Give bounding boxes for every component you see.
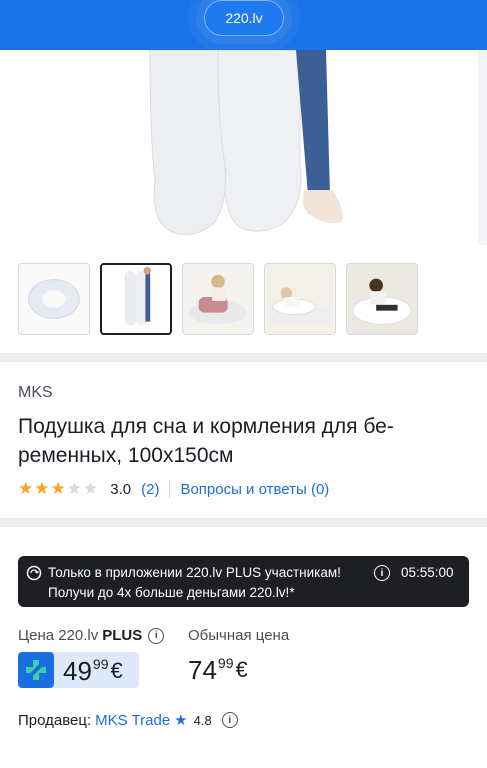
cashback-icon <box>26 565 42 581</box>
info-icon[interactable]: i <box>221 712 238 728</box>
questions-answers-link[interactable]: Вопросы и ответы (0) <box>180 481 329 498</box>
brand-name[interactable]: MKS <box>18 384 53 402</box>
star-icon: ★ <box>83 479 99 498</box>
product-info-card: MKS Подушка для сна и кормления для бе- … <box>0 362 487 518</box>
promo-text-line-2: Получи до 4x больше деньгами 220.lv!* <box>48 585 295 600</box>
plus-price-main: 49 <box>63 656 92 686</box>
app-header: 220.lv <box>0 0 487 50</box>
product-page: 220.lv MKS Подушка для сна и кормления д… <box>0 0 487 768</box>
plus-logo-icon <box>18 652 54 688</box>
star-icon: ★ <box>34 479 50 498</box>
rating-stars: ★ ★ ★ ★ ★ <box>18 480 98 498</box>
star-icon: ★ <box>174 712 188 729</box>
regular-price-cents: 99 <box>217 655 234 671</box>
thumbnail-strip <box>18 263 418 335</box>
plus-price-label: Цена 220.lv PLUS i <box>18 627 165 644</box>
regular-price-label: Обычная цена <box>188 627 290 644</box>
thumbnail-2[interactable] <box>100 263 172 335</box>
plus-price-label-text: Цена 220.lv <box>18 627 99 644</box>
reviews-count-link[interactable]: (2) <box>141 481 159 498</box>
star-icon: ★ <box>18 479 34 498</box>
plus-price-cents: 99 <box>92 656 109 672</box>
product-gallery <box>0 0 487 353</box>
product-main-image[interactable] <box>0 50 487 245</box>
promo-countdown-timer: 05:55:00 <box>401 565 454 580</box>
thumbnail-3[interactable] <box>182 263 254 335</box>
plus-price-box: 49 99 € <box>18 652 139 688</box>
plus-promo-banner[interactable]: Только в приложении 220.lv PLUS участник… <box>18 556 469 607</box>
star-icon: ★ <box>66 479 82 498</box>
info-icon[interactable]: i <box>374 565 390 581</box>
star-icon: ★ <box>50 479 66 498</box>
plus-price: 49 99 € <box>63 656 123 686</box>
thumbnail-5[interactable] <box>346 263 418 335</box>
site-logo[interactable]: 220.lv <box>204 0 284 36</box>
regular-price-currency: € <box>235 657 248 682</box>
divider <box>169 480 171 498</box>
product-title-line-1: Подушка для сна и кормления для бе- <box>18 415 394 438</box>
rating-row: ★ ★ ★ ★ ★ 3.0 (2) Вопросы и ответы (0) <box>18 480 329 498</box>
info-icon[interactable]: i <box>148 627 165 644</box>
product-title: Подушка для сна и кормления для бе- реме… <box>18 412 468 470</box>
product-title-line-2: ременных, 100x150см <box>18 444 234 467</box>
thumbnail-4[interactable] <box>264 263 336 335</box>
plus-price-label-bold: PLUS <box>102 627 143 644</box>
seller-label: Продавец: <box>18 711 92 729</box>
price-card: Только в приложении 220.lv PLUS участник… <box>0 527 487 768</box>
seller-rating: 4.8 <box>193 712 212 728</box>
regular-price: 74 99 € <box>188 655 248 685</box>
seller-name-link[interactable]: MKS Trade <box>95 712 170 729</box>
promo-text-line-1: Только в приложении 220.lv PLUS участник… <box>48 565 341 580</box>
regular-price-main: 74 <box>188 655 217 685</box>
plus-price-currency: € <box>110 658 123 683</box>
seller-row: Продавец: MKS Trade ★ 4.8 i <box>18 711 238 729</box>
thumbnail-1[interactable] <box>18 263 90 335</box>
rating-score: 3.0 <box>110 480 132 498</box>
